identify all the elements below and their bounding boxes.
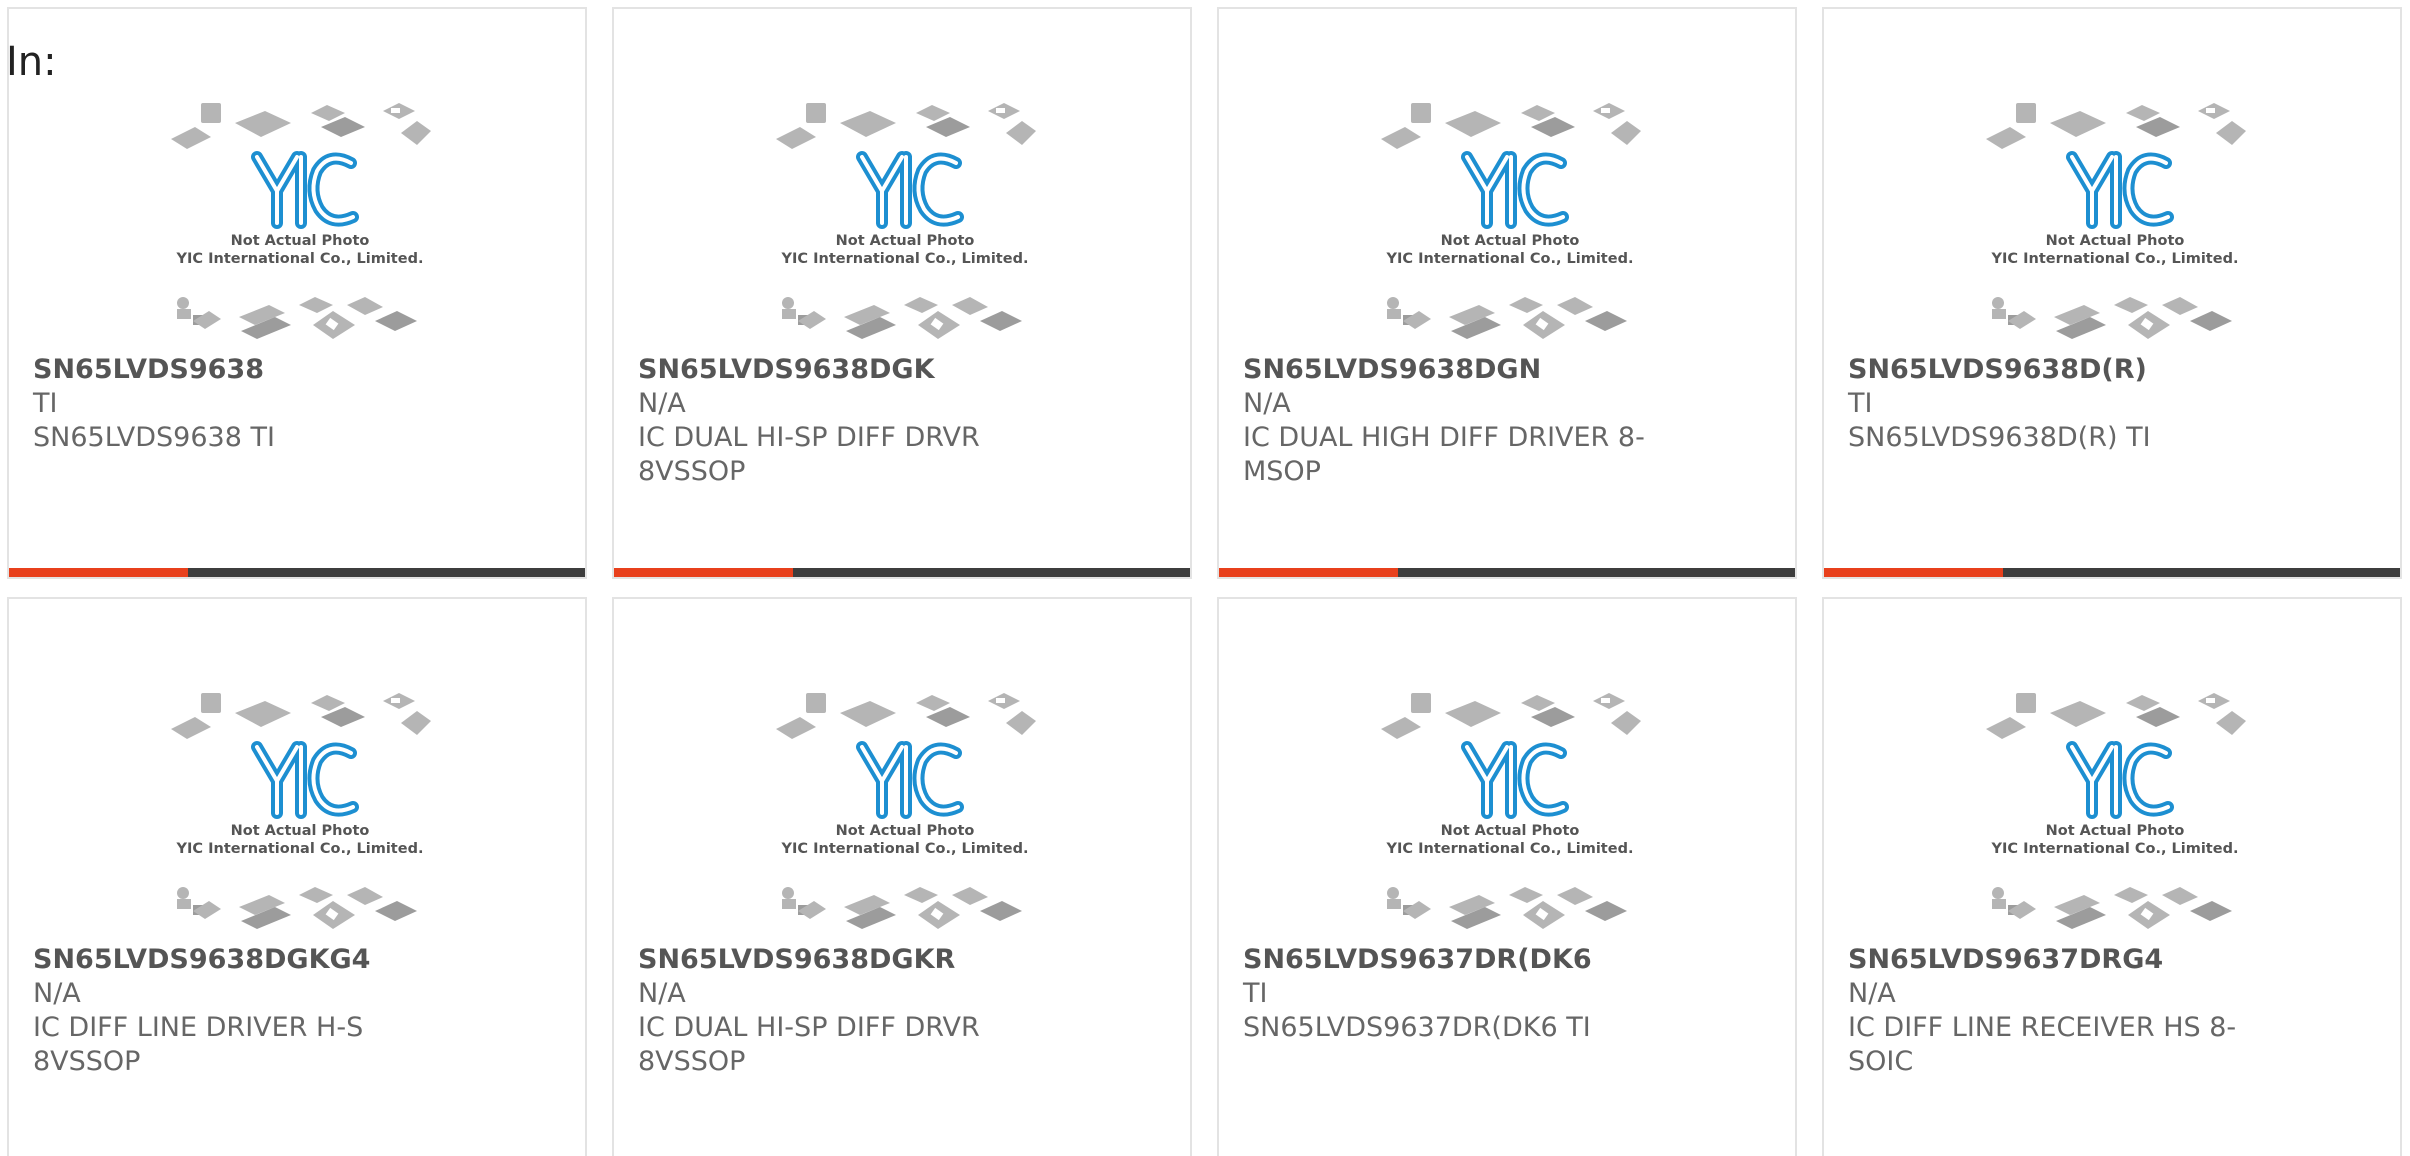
company-name-text: YIC International Co., Limited. [781, 251, 1029, 267]
yic-logo [1461, 741, 1569, 819]
product-card[interactable]: Not Actual Photo YIC International Co., … [7, 7, 587, 579]
product-info: SN65LVDS9637DRG4 N/A IC DIFF LINE RECEIV… [1848, 943, 2288, 1079]
description-text: IC DUAL HI-SP DIFF DRVR 8VSSOP [638, 422, 980, 487]
description-text: IC DUAL HI-SP DIFF DRVR 8VSSOP [638, 1012, 980, 1077]
progress-bar [9, 568, 585, 577]
placeholder-image[interactable]: Not Actual Photo YIC International Co., … [774, 689, 1036, 933]
chip-icons-bottom [177, 887, 417, 929]
part-number-link[interactable]: SN65LVDS9638DGK [638, 353, 1078, 387]
yic-logo [251, 741, 359, 819]
description-text: SN65LVDS9638D(R) TI [1848, 422, 2151, 453]
company-name-text: YIC International Co., Limited. [176, 251, 424, 267]
company-name-text: YIC International Co., Limited. [1991, 841, 2239, 857]
description-text: SN65LVDS9637DR(DK6 TI [1243, 1012, 1591, 1043]
not-actual-photo-text: Not Actual Photo [2046, 823, 2185, 839]
chip-icons-top [776, 103, 1036, 149]
product-info: SN65LVDS9638DGK N/A IC DUAL HI-SP DIFF D… [638, 353, 1078, 489]
product-info: SN65LVDS9638D(R) TI SN65LVDS9638D(R) TI [1848, 353, 2288, 455]
progress-fill [1219, 568, 1398, 577]
brand-label: N/A [638, 388, 686, 419]
progress-fill [9, 568, 188, 577]
not-actual-photo-text: Not Actual Photo [2046, 233, 2185, 249]
yic-logo [2066, 741, 2174, 819]
brand-label: TI [1848, 388, 1873, 419]
yic-logo [856, 151, 964, 229]
not-actual-photo-text: Not Actual Photo [1441, 823, 1580, 839]
not-actual-photo-text: Not Actual Photo [836, 233, 975, 249]
description-text: SN65LVDS9638 TI [33, 422, 275, 453]
brand-label: TI [1243, 978, 1268, 1009]
yic-logo [856, 741, 964, 819]
placeholder-image[interactable]: Not Actual Photo YIC International Co., … [774, 99, 1036, 343]
chip-icons-bottom [1992, 887, 2232, 929]
progress-bar [1219, 568, 1795, 577]
progress-fill [1824, 568, 2003, 577]
product-info: SN65LVDS9638DGKR N/A IC DUAL HI-SP DIFF … [638, 943, 1078, 1079]
product-info: SN65LVDS9638 TI SN65LVDS9638 TI [33, 353, 473, 455]
chip-icons-top [1986, 693, 2246, 739]
part-number-link[interactable]: SN65LVDS9638DGKG4 [33, 943, 473, 977]
product-grid: Not Actual Photo YIC International Co., … [7, 7, 2402, 1156]
placeholder-image[interactable]: Not Actual Photo YIC International Co., … [169, 689, 431, 933]
description-text: IC DIFF LINE RECEIVER HS 8-SOIC [1848, 1012, 2237, 1077]
chip-icons-top [1986, 103, 2246, 149]
placeholder-image[interactable]: Not Actual Photo YIC International Co., … [1379, 99, 1641, 343]
company-name-text: YIC International Co., Limited. [1386, 841, 1634, 857]
yic-logo [2066, 151, 2174, 229]
brand-label: TI [33, 388, 58, 419]
chip-icons-top [171, 693, 431, 739]
part-number-link[interactable]: SN65LVDS9638DGKR [638, 943, 1078, 977]
product-card[interactable]: Not Actual Photo YIC International Co., … [1822, 597, 2402, 1156]
yic-logo [251, 151, 359, 229]
chip-icons-bottom [1992, 297, 2232, 339]
chip-icons-bottom [1387, 887, 1627, 929]
chip-icons-bottom [782, 887, 1022, 929]
placeholder-image[interactable]: Not Actual Photo YIC International Co., … [169, 99, 431, 343]
chip-icons-bottom [1387, 297, 1627, 339]
page: Not Actual Photo YIC International Co., … [0, 0, 2410, 1156]
product-info: SN65LVDS9638DGN N/A IC DUAL HIGH DIFF DR… [1243, 353, 1683, 489]
chip-icons-top [171, 103, 431, 149]
placeholder-image[interactable]: Not Actual Photo YIC International Co., … [1984, 689, 2246, 933]
brand-label: N/A [638, 978, 686, 1009]
product-card[interactable]: Not Actual Photo YIC International Co., … [1217, 7, 1797, 579]
product-card[interactable]: Not Actual Photo YIC International Co., … [612, 597, 1192, 1156]
chip-icons-bottom [177, 297, 417, 339]
in-label: In: [6, 39, 57, 85]
company-name-text: YIC International Co., Limited. [781, 841, 1029, 857]
progress-fill [614, 568, 793, 577]
brand-label: N/A [33, 978, 81, 1009]
part-number-link[interactable]: SN65LVDS9638DGN [1243, 353, 1683, 387]
not-actual-photo-text: Not Actual Photo [1441, 233, 1580, 249]
chip-icons-bottom [782, 297, 1022, 339]
chip-icons-top [776, 693, 1036, 739]
company-name-text: YIC International Co., Limited. [176, 841, 424, 857]
placeholder-image[interactable]: Not Actual Photo YIC International Co., … [1379, 689, 1641, 933]
product-card[interactable]: Not Actual Photo YIC International Co., … [612, 7, 1192, 579]
chip-icons-top [1381, 693, 1641, 739]
placeholder-image[interactable]: Not Actual Photo YIC International Co., … [1984, 99, 2246, 343]
not-actual-photo-text: Not Actual Photo [231, 823, 370, 839]
product-card[interactable]: Not Actual Photo YIC International Co., … [1822, 7, 2402, 579]
product-info: SN65LVDS9637DR(DK6 TI SN65LVDS9637DR(DK6… [1243, 943, 1683, 1045]
part-number-link[interactable]: SN65LVDS9637DRG4 [1848, 943, 2288, 977]
yic-logo [1461, 151, 1569, 229]
company-name-text: YIC International Co., Limited. [1386, 251, 1634, 267]
product-card[interactable]: Not Actual Photo YIC International Co., … [1217, 597, 1797, 1156]
part-number-link[interactable]: SN65LVDS9637DR(DK6 [1243, 943, 1683, 977]
company-name-text: YIC International Co., Limited. [1991, 251, 2239, 267]
product-card[interactable]: Not Actual Photo YIC International Co., … [7, 597, 587, 1156]
description-text: IC DIFF LINE DRIVER H-S 8VSSOP [33, 1012, 364, 1077]
part-number-link[interactable]: SN65LVDS9638 [33, 353, 473, 387]
progress-bar [614, 568, 1190, 577]
part-number-link[interactable]: SN65LVDS9638D(R) [1848, 353, 2288, 387]
brand-label: N/A [1243, 388, 1291, 419]
description-text: IC DUAL HIGH DIFF DRIVER 8-MSOP [1243, 422, 1645, 487]
not-actual-photo-text: Not Actual Photo [231, 233, 370, 249]
brand-label: N/A [1848, 978, 1896, 1009]
chip-icons-top [1381, 103, 1641, 149]
not-actual-photo-text: Not Actual Photo [836, 823, 975, 839]
product-info: SN65LVDS9638DGKG4 N/A IC DIFF LINE DRIVE… [33, 943, 473, 1079]
progress-bar [1824, 568, 2400, 577]
